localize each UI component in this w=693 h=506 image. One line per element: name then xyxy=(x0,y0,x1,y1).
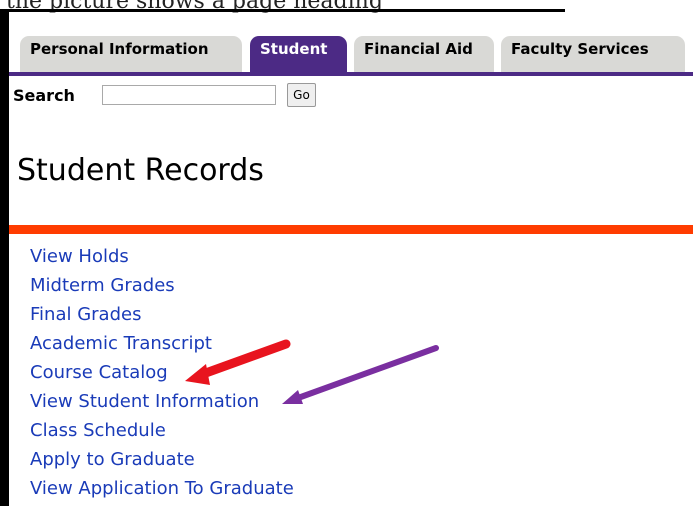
academic-transcript-link[interactable]: Academic Transcript xyxy=(30,333,212,354)
header-divider xyxy=(9,225,693,234)
menu-list-item: Academic Transcript xyxy=(30,329,294,358)
search-input[interactable] xyxy=(102,85,276,105)
midterm-grades-link[interactable]: Midterm Grades xyxy=(30,275,175,296)
course-catalog-link[interactable]: Course Catalog xyxy=(30,362,168,383)
tab-financial-aid[interactable]: Financial Aid xyxy=(354,36,494,72)
view-application-to-graduate-link[interactable]: View Application To Graduate xyxy=(30,478,294,499)
apply-to-graduate-link[interactable]: Apply to Graduate xyxy=(30,449,195,470)
tab-student[interactable]: Student xyxy=(250,36,347,74)
view-student-information-link[interactable]: View Student Information xyxy=(30,391,259,412)
view-holds-link[interactable]: View Holds xyxy=(30,246,129,267)
frame-top-border xyxy=(0,9,565,12)
menu-list-item: Apply to Graduate xyxy=(30,445,294,474)
tab-bar: Personal Information Student Financial A… xyxy=(9,36,693,76)
tab-bar-underline xyxy=(9,72,693,76)
menu-list-item: View Holds xyxy=(30,242,294,271)
menu-list-item: View Application To Graduate xyxy=(30,474,294,503)
search-label: Search xyxy=(13,86,75,105)
purple-arrow-icon xyxy=(282,345,439,404)
class-schedule-link[interactable]: Class Schedule xyxy=(30,420,166,441)
menu-list-item: Midterm Grades xyxy=(30,271,294,300)
frame-left-border xyxy=(0,9,9,506)
menu-list-item: Course Catalog xyxy=(30,358,294,387)
menu-list-item: Class Schedule xyxy=(30,416,294,445)
tab-faculty-services[interactable]: Faculty Services xyxy=(501,36,685,72)
go-button[interactable]: Go xyxy=(287,83,316,107)
student-records-menu: View Holds Midterm Grades Final Grades A… xyxy=(30,242,294,503)
tab-personal-information[interactable]: Personal Information xyxy=(20,36,242,72)
menu-list-item: Final Grades xyxy=(30,300,294,329)
page-title: Student Records xyxy=(17,153,264,188)
menu-list-item: View Student Information xyxy=(30,387,294,416)
final-grades-link[interactable]: Final Grades xyxy=(30,304,141,325)
